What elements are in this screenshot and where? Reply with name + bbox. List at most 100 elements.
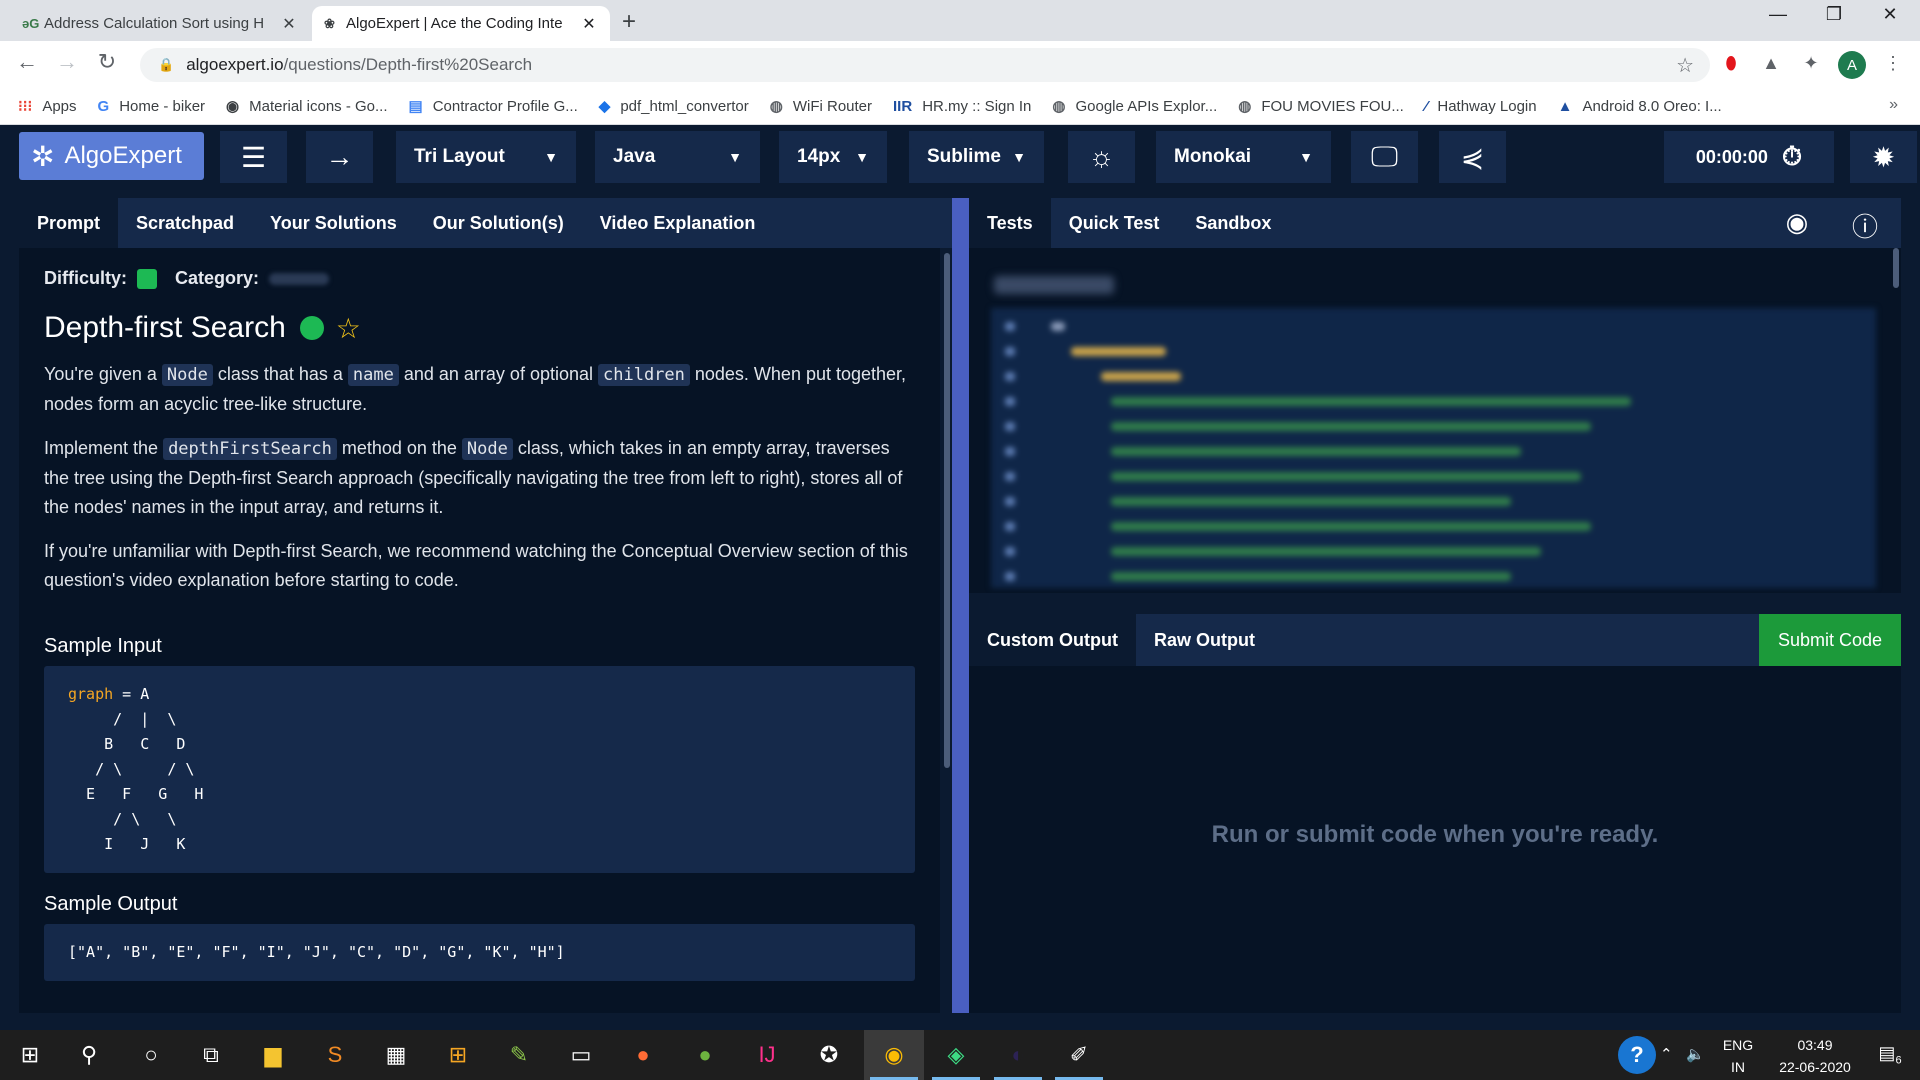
close-window-icon[interactable]: ✕ — [1862, 4, 1918, 25]
notepad-plus-icon[interactable]: ✎ — [504, 1040, 534, 1070]
bookmark-contractor-profile[interactable]: ▤ Contractor Profile G... — [409, 97, 578, 116]
bookmark-wifi-router[interactable]: ◍ WiFi Router — [770, 97, 872, 116]
tab-custom-output[interactable]: Custom Output — [969, 614, 1136, 666]
tab-scratchpad[interactable]: Scratchpad — [118, 198, 252, 248]
chrome-icon[interactable]: ◉ — [879, 1040, 909, 1070]
profile-avatar[interactable]: A — [1838, 51, 1866, 79]
cortana-icon[interactable]: ○ — [136, 1040, 166, 1070]
layout-select[interactable]: Tri Layout ▼ — [396, 131, 576, 183]
reload-icon[interactable]: ↻ — [92, 49, 122, 75]
drive-extension-icon[interactable]: ▲ — [1758, 53, 1784, 74]
tab-tests[interactable]: Tests — [969, 198, 1051, 248]
tab-your-solutions[interactable]: Your Solutions — [252, 198, 415, 248]
tests-scrollbar[interactable] — [1893, 248, 1899, 288]
category-label: Category: — [175, 268, 260, 288]
theme-select[interactable]: Monokai ▼ — [1156, 131, 1331, 183]
triangle-icon: ▲ — [1557, 97, 1573, 115]
close-tab-icon[interactable]: ✕ — [280, 14, 298, 34]
bookmark-hathway[interactable]: ⁄ Hathway Login — [1425, 98, 1537, 115]
paint-icon[interactable]: ✐ — [1064, 1040, 1094, 1070]
browser-tab-active[interactable]: ❀ AlgoExpert | Ace the Coding Inte ✕ — [312, 6, 610, 41]
tab-raw-output[interactable]: Raw Output — [1136, 614, 1273, 666]
close-tab-icon[interactable]: ✕ — [580, 14, 598, 34]
output-area: Run or submit code when you're ready. — [969, 666, 1901, 1013]
chevron-down-icon: ▼ — [1299, 149, 1313, 165]
bug-report-icon[interactable]: ✹ — [1850, 131, 1917, 183]
globe-icon: ◍ — [1238, 98, 1252, 115]
vpn-icon[interactable]: ✪ — [814, 1040, 844, 1070]
prompt-content: Difficulty: Category: Depth-first Search… — [19, 248, 940, 1013]
info-icon[interactable]: ⓘ — [1848, 207, 1882, 244]
question-list-icon[interactable]: ☰ — [220, 131, 287, 183]
bookmark-apps[interactable]: ⁝⁝⁝ Apps — [18, 97, 77, 116]
bookmark-home-biker[interactable]: G Home - biker — [98, 98, 206, 115]
left-tab-bar: Prompt Scratchpad Your Solutions Our Sol… — [19, 198, 952, 248]
bookmark-fou-movies[interactable]: ◍ FOU MOVIES FOU... — [1238, 97, 1404, 116]
calculator-icon[interactable]: ▦ — [381, 1040, 411, 1070]
test-case-label-blurred[interactable] — [994, 276, 1114, 294]
visibility-eye-icon[interactable]: ◉ — [1780, 207, 1814, 238]
bookmark-hr-my[interactable]: IIR HR.my :: Sign In — [893, 98, 1031, 115]
bookmark-star-icon[interactable]: ☆ — [1676, 53, 1694, 78]
file-explorer-icon[interactable]: ▆ — [258, 1040, 288, 1070]
chrome-menu-icon[interactable]: ⋮ — [1880, 53, 1906, 74]
tab-quick-test[interactable]: Quick Test — [1051, 198, 1178, 248]
question-meta: Difficulty: Category: — [44, 268, 915, 289]
postman-icon[interactable]: ● — [628, 1040, 658, 1070]
light-mode-sun-icon[interactable]: ☼ — [1068, 131, 1135, 183]
android-studio-icon[interactable]: ◈ — [941, 1040, 971, 1070]
submit-code-button[interactable]: Submit Code — [1759, 614, 1901, 666]
right-tab-bar: Tests Quick Test Sandbox ◉ ⓘ — [969, 198, 1901, 248]
search-icon[interactable]: ⚲ — [74, 1040, 104, 1070]
prompt-paragraph-3: If you're unfamiliar with Depth-first Se… — [44, 541, 908, 590]
notification-center-icon[interactable]: ▤6 — [1875, 1042, 1905, 1072]
share-icon[interactable]: ⋞ — [1439, 131, 1506, 183]
font-size-select[interactable]: 14px ▼ — [779, 131, 887, 183]
tab-video-explanation[interactable]: Video Explanation — [582, 198, 774, 248]
tab-prompt[interactable]: Prompt — [19, 198, 118, 248]
keymap-select[interactable]: Sublime ▼ — [909, 131, 1044, 183]
task-view-icon[interactable]: ⧉ — [196, 1040, 226, 1070]
panel-resize-divider[interactable] — [952, 198, 969, 1013]
lock-icon: 🔒 — [158, 57, 175, 72]
next-question-icon[interactable]: → — [306, 131, 373, 183]
browser-tab[interactable]: əG Address Calculation Sort using H ✕ — [10, 6, 310, 41]
spring-icon[interactable]: ● — [690, 1040, 720, 1070]
tray-expand-icon[interactable]: ⌃ — [1660, 1044, 1673, 1066]
url-field[interactable]: 🔒 algoexpert.io/questions/Depth-first%20… — [140, 48, 1710, 82]
test-case-code-blurred — [991, 308, 1876, 588]
terminal-icon[interactable]: ▭ — [566, 1040, 596, 1070]
sublime-text-icon[interactable]: S — [320, 1040, 350, 1070]
clock[interactable]: 03:49 22-06-2020 — [1765, 1034, 1865, 1078]
new-tab-icon[interactable]: + — [622, 8, 636, 36]
forward-icon[interactable]: → — [52, 49, 82, 75]
intellij-icon[interactable]: IJ — [752, 1040, 782, 1070]
algoexpert-logo[interactable]: ✲ AlgoExpert — [19, 132, 204, 180]
app-toolbar: ✲ AlgoExpert ☰ → Tri Layout ▼ Java ▼ 14px ▼… — [0, 125, 1920, 198]
minimize-icon[interactable]: — — [1750, 4, 1806, 25]
windows-start-icon[interactable]: ⊞ — [15, 1040, 45, 1070]
input-language[interactable]: ENG IN — [1718, 1034, 1758, 1078]
back-icon[interactable]: ← — [12, 49, 42, 75]
category-hidden-value[interactable] — [269, 272, 330, 285]
opera-extension-icon[interactable]: ⬮ — [1718, 53, 1744, 74]
bookmark-pdf-html[interactable]: ◆ pdf_html_convertor — [599, 97, 749, 116]
tab-sandbox[interactable]: Sandbox — [1177, 198, 1289, 248]
app-grid-icon[interactable]: ⊞ — [443, 1040, 473, 1070]
language-select[interactable]: Java ▼ — [595, 131, 760, 183]
favorite-star-icon[interactable]: ☆ — [336, 312, 361, 345]
help-icon[interactable]: ? — [1618, 1036, 1656, 1074]
bookmark-android-oreo[interactable]: ▲ Android 8.0 Oreo: I... — [1558, 98, 1722, 115]
extensions-puzzle-icon[interactable]: ✦ — [1798, 53, 1824, 74]
prompt-scrollbar[interactable] — [944, 253, 950, 768]
difficulty-label: Difficulty: — [44, 268, 127, 288]
restore-icon[interactable]: ❐ — [1806, 4, 1862, 25]
bookmark-material-icons[interactable]: ◉ Material icons - Go... — [226, 97, 387, 116]
bookmark-google-apis[interactable]: ◍ Google APIs Explor... — [1052, 97, 1217, 116]
more-bookmarks-icon[interactable]: » — [1889, 96, 1898, 114]
whiteboard-icon[interactable]: 🖵 — [1351, 131, 1418, 183]
timer-button[interactable]: 00:00:00 ⏱ — [1664, 131, 1834, 183]
eclipse-icon[interactable]: ◐ — [1003, 1040, 1033, 1070]
tab-our-solutions[interactable]: Our Solution(s) — [415, 198, 582, 248]
volume-icon[interactable]: 🔈 — [1686, 1044, 1705, 1066]
